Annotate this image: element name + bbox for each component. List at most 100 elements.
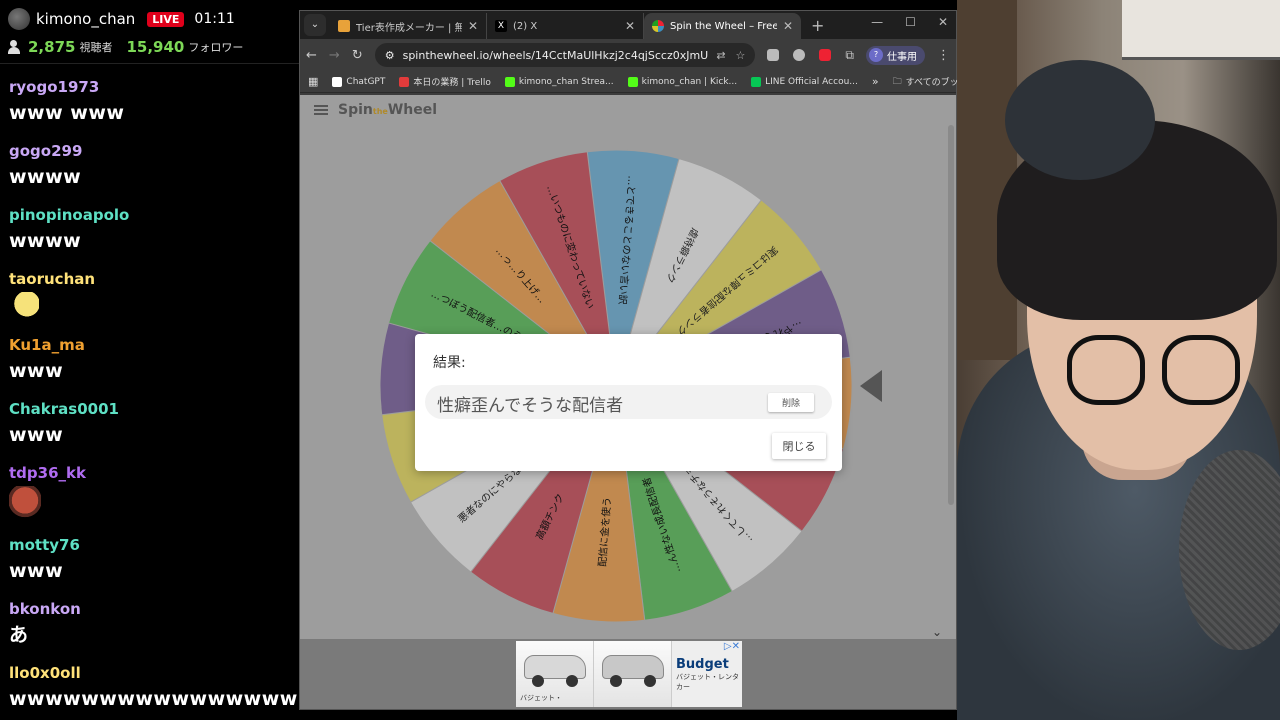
ad-choices-icon[interactable]: ▷✕ bbox=[724, 641, 740, 652]
chat-message: motty76 www bbox=[0, 534, 299, 586]
chat-username[interactable]: llo0x0oll bbox=[9, 662, 290, 684]
bookmark-label: kimono_chan Strea... bbox=[518, 76, 614, 87]
bookmark-item[interactable]: kimono_chan | Kick... bbox=[627, 75, 738, 88]
close-tab-icon[interactable]: ✕ bbox=[468, 19, 478, 33]
extension-icon[interactable] bbox=[793, 49, 806, 61]
tab-x[interactable]: X (2) X ✕ bbox=[487, 13, 644, 39]
ad-brand-sub: バジェット・レンタカー bbox=[676, 672, 739, 691]
background-shelf bbox=[1122, 0, 1280, 60]
tab-spin-the-wheel[interactable]: Spin the Wheel – Free Whee ✕ bbox=[644, 13, 801, 39]
extension-icon[interactable] bbox=[767, 49, 780, 61]
logo-part: Spin bbox=[338, 102, 373, 118]
ad-car-caption: バジェット・ bbox=[520, 694, 562, 702]
page-scrollbar[interactable] bbox=[948, 125, 954, 505]
tab-title: Tier表作成メーカー | 無料でテ bbox=[356, 22, 462, 34]
chat-username[interactable]: pinopinoapolo bbox=[9, 204, 290, 226]
close-tab-icon[interactable]: ✕ bbox=[625, 19, 635, 33]
bookmark-favicon-icon bbox=[627, 76, 638, 87]
apps-grid-icon[interactable]: ▦ bbox=[308, 75, 318, 88]
bookmark-label: kimono_chan | Kick... bbox=[641, 76, 738, 87]
viewers-icon bbox=[8, 40, 24, 54]
site-logo[interactable]: SpintheWheel bbox=[338, 102, 437, 118]
hamburger-menu-icon[interactable] bbox=[314, 105, 328, 115]
profile-label: 仕事用 bbox=[887, 51, 917, 63]
profile-avatar-icon: ? bbox=[869, 48, 883, 62]
streamer-avatar bbox=[8, 8, 30, 30]
webcam-feed bbox=[957, 0, 1280, 720]
tab-search-icon[interactable]: ⌄ bbox=[304, 14, 326, 36]
car-image: バジェット・ bbox=[516, 641, 594, 707]
bookmark-item[interactable]: ChatGPT bbox=[332, 75, 385, 88]
follower-count: 15,940 bbox=[126, 38, 185, 56]
bookmark-label: ChatGPT bbox=[346, 76, 386, 87]
youtube-extension-icon[interactable] bbox=[819, 49, 832, 61]
wheel-favicon-icon bbox=[652, 20, 664, 32]
minimize-icon[interactable]: — bbox=[871, 15, 883, 29]
chat-username[interactable]: motty76 bbox=[9, 534, 290, 556]
x-favicon-icon: X bbox=[495, 20, 507, 32]
scroll-down-chevron-icon[interactable]: ⌄ bbox=[932, 625, 942, 639]
chat-message: gogo299 wwww bbox=[0, 140, 299, 192]
chat-message: ryogo1973 www www bbox=[0, 76, 299, 128]
chat-username[interactable]: taoruchan bbox=[9, 268, 290, 290]
dialog-title: 結果: bbox=[433, 355, 466, 371]
back-icon[interactable]: ← bbox=[306, 48, 317, 63]
chat-text: あ bbox=[9, 624, 29, 646]
chat-username[interactable]: bkonkon bbox=[9, 598, 290, 620]
result-row: 性癖歪んでそうな配信者 削除 bbox=[425, 385, 832, 419]
chat-username[interactable]: tdp36_kk bbox=[9, 462, 290, 484]
bookmark-item[interactable]: LINE Official Accou... bbox=[751, 75, 858, 88]
translate-icon[interactable]: ⇄ bbox=[716, 49, 725, 62]
close-tab-icon[interactable]: ✕ bbox=[783, 19, 793, 33]
tab-tier-maker[interactable]: Tier表作成メーカー | 無料でテ ✕ bbox=[330, 13, 487, 39]
viewer-label: 視聴者 bbox=[79, 41, 113, 54]
tier-favicon-icon bbox=[338, 20, 350, 32]
reload-icon[interactable]: ↻ bbox=[352, 48, 363, 63]
ad-banner[interactable]: バジェット・ Budget バジェット・レンタカー ▷✕ bbox=[516, 641, 742, 707]
close-window-icon[interactable]: ✕ bbox=[938, 15, 948, 29]
chat-username[interactable]: gogo299 bbox=[9, 140, 290, 162]
live-badge: LIVE bbox=[147, 11, 185, 27]
logo-accent: the bbox=[372, 107, 388, 116]
chat-username[interactable]: ryogo1973 bbox=[9, 76, 290, 98]
screen: kimono_chan LIVE 01:11 2,875 視聴者 15,940 … bbox=[0, 0, 1280, 720]
profile-button[interactable]: ? 仕事用 bbox=[866, 45, 925, 65]
chat-username[interactable]: Chakras0001 bbox=[9, 398, 290, 420]
forward-icon[interactable]: → bbox=[329, 48, 340, 63]
chat-message: Ku1a_mawww bbox=[0, 334, 299, 386]
address-bar[interactable]: ⚙ spinthewheel.io/wheels/14CctMaUlHkzj2c… bbox=[374, 43, 756, 67]
glasses-left-lens bbox=[1067, 335, 1145, 405]
wheel-pointer-icon bbox=[860, 370, 882, 402]
bookmarks-bar: ▦ ChatGPT 本日の業務 | Trello kimono_chan Strea… bbox=[300, 71, 995, 93]
glasses-right-lens bbox=[1162, 335, 1240, 405]
browser-toolbar: ← → ↻ ⚙ spinthewheel.io/wheels/14CctMaUl… bbox=[300, 39, 956, 71]
bookmark-star-icon[interactable]: ☆ bbox=[736, 49, 746, 62]
menu-kebab-icon[interactable]: ⋮ bbox=[937, 48, 950, 63]
tab-title: Spin the Wheel – Free Whee bbox=[670, 20, 777, 32]
bookmark-item[interactable]: kimono_chan Strea... bbox=[504, 75, 614, 88]
follower-label: フォロワー bbox=[188, 41, 244, 54]
extensions-puzzle-icon[interactable]: ⧉ bbox=[845, 48, 854, 63]
chat-overlay: kimono_chan LIVE 01:11 2,875 視聴者 15,940 … bbox=[0, 0, 299, 720]
delete-button[interactable]: 削除 bbox=[768, 393, 814, 412]
bookmark-favicon-icon bbox=[751, 76, 762, 87]
maximize-icon[interactable]: ☐ bbox=[905, 15, 916, 29]
new-tab-icon[interactable]: + bbox=[811, 16, 824, 35]
result-text: 性癖歪んでそうな配信者 bbox=[437, 396, 624, 416]
viewer-count: 2,875 bbox=[28, 38, 76, 56]
chat-text: www bbox=[9, 360, 64, 382]
more-bookmarks-icon[interactable]: » bbox=[872, 75, 879, 88]
tab-title: (2) X bbox=[513, 20, 538, 32]
chat-username[interactable]: Ku1a_ma bbox=[9, 334, 290, 356]
chat-text: www bbox=[9, 424, 64, 446]
site-info-icon[interactable]: ⚙ bbox=[385, 49, 395, 62]
bookmark-favicon-icon bbox=[332, 76, 343, 87]
bookmark-item[interactable]: 本日の業務 | Trello bbox=[399, 75, 491, 88]
car-image bbox=[594, 641, 672, 707]
logo-part: Wheel bbox=[387, 102, 438, 118]
chat-text: wwww bbox=[9, 166, 82, 188]
chat-message: Chakras0001 www bbox=[0, 398, 299, 450]
close-button[interactable]: 閉じる bbox=[772, 433, 826, 459]
streamer-name: kimono_chan bbox=[36, 10, 136, 28]
folder-icon: 🗀 bbox=[892, 76, 902, 87]
